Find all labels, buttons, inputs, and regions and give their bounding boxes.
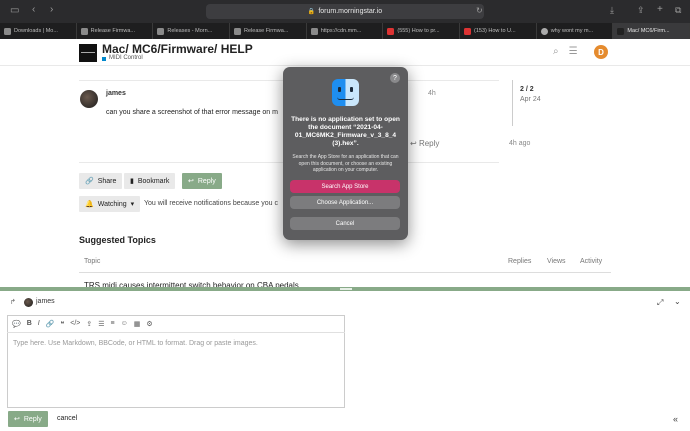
suggested-heading: Suggested Topics — [79, 235, 156, 245]
favicon-icon — [80, 27, 88, 35]
browser-tab[interactable]: Releases - Morn... — [153, 23, 231, 39]
editor-toolbar: 💬 B I 🔗 ❝ </> ⇪ ☰ ≡ ☺ ▦ ⚙ — [7, 315, 345, 333]
chevron-down-icon: ▾ — [130, 201, 135, 208]
reply-arrow-icon: ↱ — [10, 299, 16, 306]
tab-overview-icon[interactable]: ⧉ — [675, 5, 681, 15]
composer-cancel-link[interactable]: cancel — [57, 415, 77, 422]
collapse-preview-icon[interactable]: « — [673, 414, 678, 424]
reply-arrow-icon: ↩ — [188, 178, 194, 185]
site-logo[interactable] — [79, 44, 97, 62]
browser-tab[interactable]: (153) How to U... — [460, 23, 537, 39]
favicon-icon — [617, 27, 625, 35]
choose-application-button[interactable]: Choose Application... — [290, 196, 400, 209]
category-swatch — [102, 57, 106, 61]
favicon-icon — [157, 27, 165, 35]
menu-icon[interactable]: ☰ — [569, 46, 578, 57]
search-app-store-button[interactable]: Search App Store — [290, 180, 400, 193]
tab-bar: Downloads | Mo... Release Firmwa... Rele… — [0, 23, 690, 39]
reply-arrow-icon: ↩ — [14, 416, 20, 423]
bookmark-icon: ▮ — [130, 178, 134, 185]
browser-toolbar: ▭ ‹ › 🔒 forum.morningstar.io ↻ ⤓ ⇪ + ⧉ — [0, 0, 690, 23]
blockquote-icon[interactable]: ❝ — [60, 320, 64, 328]
download-icon[interactable]: ⤓ — [610, 5, 614, 15]
column-header-replies[interactable]: Replies — [508, 258, 531, 265]
favicon-icon — [310, 27, 318, 35]
bell-icon: 🔔 — [85, 201, 94, 208]
favicon-icon — [234, 27, 242, 35]
header-icons: ⌕ ☰ — [553, 46, 578, 57]
expand-icon[interactable]: ⤢ — [657, 298, 663, 308]
composer-avatar — [24, 298, 33, 307]
post-username[interactable]: james — [106, 90, 126, 97]
browser-tab[interactable]: Downloads | Mo... — [0, 23, 77, 39]
browser-tab[interactable]: why wont my m... — [537, 23, 614, 39]
upload-icon[interactable]: ⇪ — [86, 320, 92, 328]
notification-reason: You will receive notifications because y… — [144, 200, 278, 207]
bullet-list-icon[interactable]: ☰ — [98, 320, 104, 328]
favicon-icon — [464, 27, 472, 35]
share-button[interactable]: 🔗 Share — [79, 173, 123, 189]
browser-tab-active[interactable]: Mac/ MC6/Firm... — [613, 23, 690, 39]
lock-icon: 🔒 — [307, 9, 316, 15]
post-reply-button[interactable]: ↩ Reply — [410, 139, 439, 148]
browser-tab[interactable]: (555) How to pr... — [383, 23, 461, 39]
emoji-icon[interactable]: ☺ — [121, 320, 128, 327]
post-age: 4h — [428, 90, 436, 97]
timeline-date: Apr 24 — [520, 96, 541, 103]
column-header-topic[interactable]: Topic — [84, 258, 100, 265]
dialog-title: There is no application set to open the … — [291, 116, 400, 147]
share-icon[interactable]: ⇪ — [637, 5, 645, 15]
code-icon[interactable]: </> — [70, 320, 80, 327]
page-title[interactable]: Mac/ MC6/Firmware/ HELP — [102, 42, 253, 56]
gear-icon[interactable]: ⚙ — [146, 320, 152, 328]
back-icon[interactable]: ‹ — [32, 5, 35, 15]
dialog-message: Search the App Store for an application … — [292, 154, 399, 173]
favicon-icon — [540, 27, 548, 35]
search-icon[interactable]: ⌕ — [553, 46, 559, 57]
timeline-scrollbar[interactable] — [512, 80, 513, 126]
logo-stripe — [81, 52, 95, 53]
favicon-icon — [387, 27, 395, 35]
resize-grip-icon — [340, 288, 352, 290]
column-header-activity[interactable]: Activity — [580, 258, 602, 265]
category-label[interactable]: MIDI Control — [109, 55, 143, 61]
browser-tab[interactable]: https://cdn.mm... — [307, 23, 384, 39]
help-icon[interactable]: ? — [390, 73, 400, 83]
table-divider — [79, 272, 611, 273]
minimize-icon[interactable]: ⌄ — [674, 297, 681, 306]
reply-arrow-icon: ↩ — [410, 139, 419, 148]
composer-placeholder: Type here. Use Markdown, BBCode, or HTML… — [13, 340, 258, 347]
dialog-cancel-button[interactable]: Cancel — [290, 217, 400, 230]
forward-icon[interactable]: › — [50, 5, 53, 15]
bookmark-button[interactable]: ▮ Bookmark — [124, 173, 176, 189]
reply-button[interactable]: ↩ Reply — [182, 173, 222, 189]
calendar-icon[interactable]: ▦ — [134, 320, 141, 328]
italic-icon[interactable]: I — [38, 320, 40, 327]
bold-icon[interactable]: B — [27, 320, 32, 327]
composer-reply-to[interactable]: james — [36, 298, 55, 305]
favicon-icon — [4, 27, 11, 35]
composer-reply-button[interactable]: ↩ Reply — [8, 411, 48, 427]
url-text: forum.morningstar.io — [318, 8, 383, 15]
finder-icon — [332, 79, 359, 106]
user-avatar[interactable]: D — [594, 45, 608, 59]
browser-tab[interactable]: Release Firmwa... — [230, 23, 307, 39]
numbered-list-icon[interactable]: ≡ — [111, 320, 115, 327]
timeline-count: 2 / 2 — [520, 86, 534, 93]
column-header-views[interactable]: Views — [547, 258, 566, 265]
quote-icon[interactable]: 💬 — [12, 320, 21, 328]
link-icon: 🔗 — [85, 178, 94, 185]
reply-age: 4h ago — [509, 140, 531, 147]
reload-icon[interactable]: ↻ — [476, 6, 483, 16]
new-tab-icon[interactable]: + — [657, 5, 663, 15]
address-bar[interactable]: 🔒 forum.morningstar.io — [206, 4, 484, 19]
notification-button[interactable]: 🔔 Watching ▾ — [79, 196, 141, 212]
browser-tab[interactable]: Release Firmwa... — [77, 23, 154, 39]
post-avatar[interactable] — [80, 90, 98, 108]
post-body: can you share a screenshot of that error… — [106, 109, 278, 116]
link-icon[interactable]: 🔗 — [46, 320, 55, 328]
sidebar-icon[interactable]: ▭ — [10, 6, 19, 16]
